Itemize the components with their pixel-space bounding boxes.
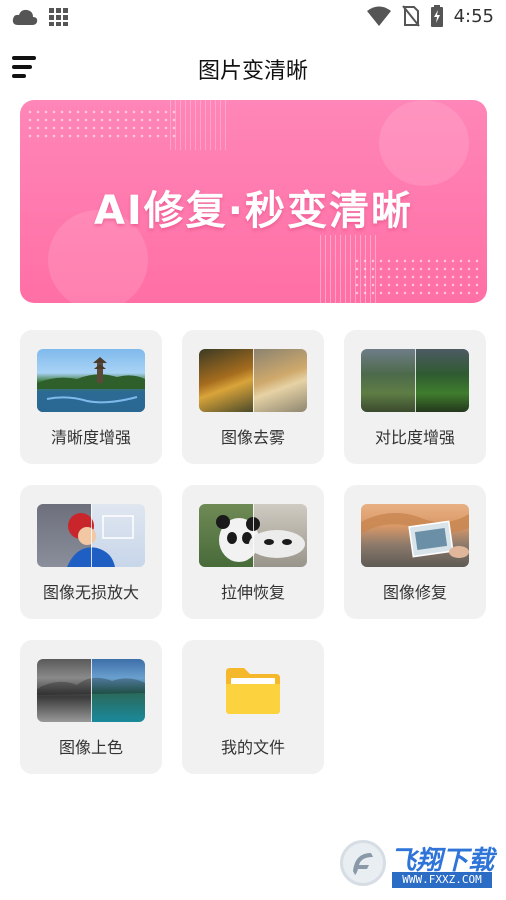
feature-label: 图像无损放大 — [42, 583, 139, 602]
app-bar: 图片变清晰 — [0, 40, 506, 96]
feature-stretch-restore[interactable]: 拉伸恢复 — [182, 485, 324, 619]
feature-label: 清晰度增强 — [50, 428, 131, 447]
panda-photo — [199, 504, 307, 567]
lake-colorize-photo — [37, 659, 145, 722]
lake-pagoda-photo — [37, 349, 145, 412]
banner-decor-circle — [379, 100, 469, 186]
feature-dehaze[interactable]: 图像去雾 — [182, 330, 324, 464]
page-title: 图片变清晰 — [197, 59, 308, 84]
no-sim-icon — [401, 5, 420, 27]
status-time: 4:55 — [453, 5, 494, 27]
feature-label: 图像修复 — [382, 583, 447, 602]
autumn-forest-photo — [199, 349, 307, 412]
banner-decor-lines — [170, 100, 230, 150]
child-snow-photo — [37, 504, 145, 567]
banner-decor-lines — [320, 235, 380, 303]
feature-image-repair[interactable]: 图像修复 — [344, 485, 486, 619]
folder-icon — [226, 668, 280, 714]
watermark-logo — [340, 840, 386, 886]
feature-contrast-enhance[interactable]: 对比度增强 — [344, 330, 486, 464]
grid-icon — [49, 8, 68, 26]
banner-title: AI修复·秒变清晰 — [93, 188, 414, 234]
feature-label: 拉伸恢复 — [220, 583, 285, 602]
status-bar: 4:55 — [0, 0, 506, 34]
feature-label: 图像上色 — [58, 738, 123, 757]
cloud-icon — [12, 9, 38, 25]
battery-charging-icon — [430, 5, 443, 27]
site-watermark: 飞翔下载 WWW.FXXZ.COM — [340, 838, 496, 890]
promo-banner[interactable]: AI修复·秒变清晰 — [20, 100, 487, 303]
feature-label: 图像去雾 — [220, 428, 285, 447]
feature-clarity-enhance[interactable]: 清晰度增强 — [20, 330, 162, 464]
watermark-url: WWW.FXXZ.COM — [392, 872, 492, 888]
feature-my-files[interactable]: 我的文件 — [182, 640, 324, 774]
wifi-icon — [366, 6, 391, 26]
feature-label: 我的文件 — [220, 738, 285, 757]
feature-label: 对比度增强 — [374, 428, 455, 447]
feature-lossless-upscale[interactable]: 图像无损放大 — [20, 485, 162, 619]
feature-colorize[interactable]: 图像上色 — [20, 640, 162, 774]
green-hills-photo — [361, 349, 469, 412]
banner-decor-dots — [26, 108, 176, 138]
plaza-photo — [361, 504, 469, 567]
